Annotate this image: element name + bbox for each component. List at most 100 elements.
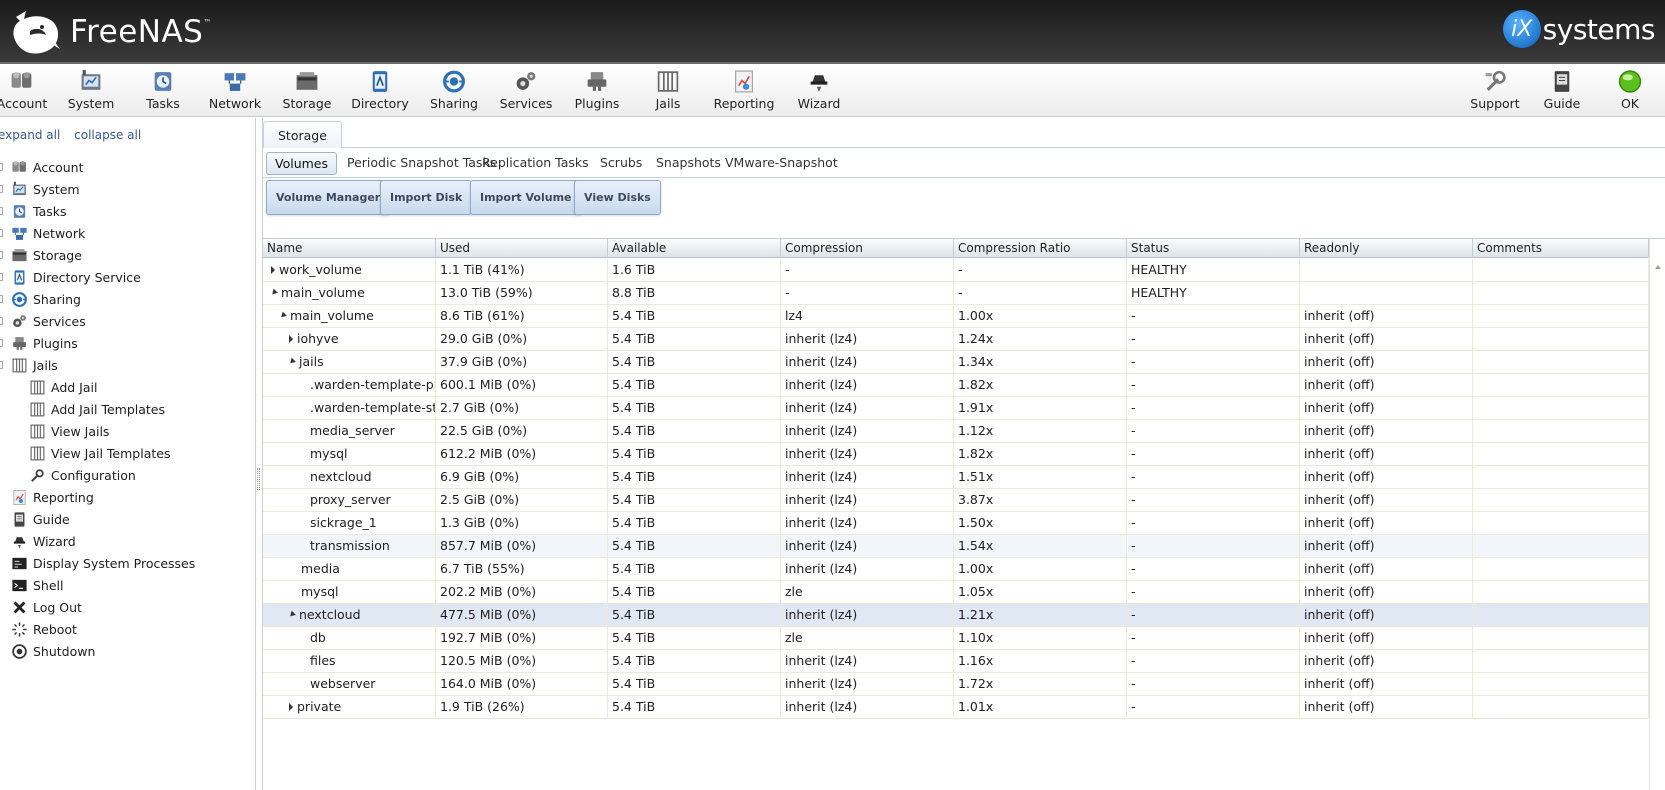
- tree-expander[interactable]: [0, 251, 3, 259]
- table-row[interactable]: private 1.9 TiB (26%) 5.4 TiB inherit (lz4)…: [263, 696, 1649, 719]
- toolbar-ok-button[interactable]: OK: [1600, 69, 1660, 115]
- subtab-scrubs[interactable]: Scrubs: [592, 152, 650, 175]
- table-row[interactable]: files 120.5 MiB (0%) 5.4 TiB inherit (lz4) 1…: [263, 650, 1649, 673]
- expand-arrow-icon[interactable]: [271, 265, 275, 274]
- collapse-arrow-icon[interactable]: [270, 288, 278, 297]
- tree-expander[interactable]: [0, 273, 3, 281]
- sidebar-item-wizard[interactable]: Wizard: [0, 530, 256, 552]
- column-header-name[interactable]: Name: [263, 239, 436, 258]
- sidebar-item-add-jail[interactable]: Add Jail: [0, 376, 256, 398]
- toolbar-sharing-button[interactable]: Sharing: [424, 69, 484, 115]
- sidebar-item-storage[interactable]: Storage: [0, 244, 256, 266]
- sidebar-item-view-jails[interactable]: View Jails: [0, 420, 256, 442]
- collapse-all-link[interactable]: collapse all: [74, 128, 141, 142]
- freenas-logo[interactable]: FreeNAS™: [10, 6, 212, 58]
- table-row[interactable]: main_volume 8.6 TiB (61%) 5.4 TiB lz4 1.00x -…: [263, 305, 1649, 328]
- sidebar-item-add-jail-templates[interactable]: Add Jail Templates: [0, 398, 256, 420]
- sidebar-item-shell[interactable]: Shell: [0, 574, 256, 596]
- sidebar-item-account[interactable]: Account: [0, 156, 256, 178]
- sidebar-resize-handle[interactable]: [257, 468, 260, 490]
- sidebar-item-log-out[interactable]: Log Out: [0, 596, 256, 618]
- sidebar-item-network[interactable]: Network: [0, 222, 256, 244]
- expand-all-link[interactable]: expand all: [0, 128, 60, 142]
- sidebar-item-jails[interactable]: Jails: [0, 354, 256, 376]
- subtab-vmware-snapshot[interactable]: VMware-Snapshot: [717, 152, 846, 175]
- table-row[interactable]: nextcloud 477.5 MiB (0%) 5.4 TiB inherit (l…: [263, 604, 1649, 627]
- sidebar-item-guide[interactable]: Guide: [0, 508, 256, 530]
- column-header-available[interactable]: Available: [608, 239, 781, 258]
- column-header-comments[interactable]: Comments: [1473, 239, 1649, 258]
- table-row[interactable]: iohyve 29.0 GiB (0%) 5.4 TiB inherit (lz4) 1…: [263, 328, 1649, 351]
- scroll-up-icon[interactable]: [1655, 265, 1661, 269]
- toolbar-support-button[interactable]: Support: [1465, 69, 1525, 115]
- table-row[interactable]: transmission 857.7 MiB (0%) 5.4 TiB inherit…: [263, 535, 1649, 558]
- table-row[interactable]: proxy_server 2.5 GiB (0%) 5.4 TiB inherit (…: [263, 489, 1649, 512]
- table-row[interactable]: media 6.7 TiB (55%) 5.4 TiB inherit (lz4) 1.…: [263, 558, 1649, 581]
- tree-expander[interactable]: [0, 339, 3, 347]
- sidebar-item-directory-service[interactable]: Directory Service: [0, 266, 256, 288]
- sidebar-item-view-jail-templates[interactable]: View Jail Templates: [0, 442, 256, 464]
- sidebar-item-services[interactable]: Services: [0, 310, 256, 332]
- column-header-compression-ratio[interactable]: Compression Ratio: [954, 239, 1127, 258]
- tree-expander[interactable]: [0, 295, 3, 303]
- collapse-arrow-icon[interactable]: [288, 610, 296, 619]
- tree-expander[interactable]: [0, 229, 3, 237]
- tree-expander[interactable]: [0, 163, 3, 171]
- toolbar-wizard-button[interactable]: Wizard: [789, 69, 849, 115]
- toolbar-system-button[interactable]: System: [61, 69, 121, 115]
- toolbar-services-button[interactable]: Services: [496, 69, 556, 115]
- tree-expander[interactable]: [0, 361, 3, 369]
- toolbar-jails-button[interactable]: Jails: [638, 69, 698, 115]
- grid-scrollbar[interactable]: [1649, 239, 1665, 790]
- column-header-compression[interactable]: Compression: [781, 239, 954, 258]
- sidebar-item-sharing[interactable]: Sharing: [0, 288, 256, 310]
- expand-arrow-icon[interactable]: [289, 334, 293, 343]
- table-row[interactable]: mysql 202.2 MiB (0%) 5.4 TiB zle 1.05x - inher…: [263, 581, 1649, 604]
- table-row[interactable]: .warden-template-pluginjail600.1 MiB (0%…: [263, 374, 1649, 397]
- toolbar-storage-button[interactable]: Storage: [277, 69, 337, 115]
- tree-expander[interactable]: [0, 185, 3, 193]
- table-row[interactable]: .warden-template-standard2.7 GiB (0%)5.4…: [263, 397, 1649, 420]
- toolbar-account-button[interactable]: Account: [0, 69, 52, 115]
- sidebar-item-reboot[interactable]: Reboot: [0, 618, 256, 640]
- table-row[interactable]: mysql 612.2 MiB (0%) 5.4 TiB inherit (lz4) 1…: [263, 443, 1649, 466]
- subtab-volumes[interactable]: Volumes: [266, 152, 338, 175]
- toolbar-reporting-button[interactable]: Reporting: [714, 69, 774, 115]
- sidebar-item-configuration[interactable]: Configuration: [0, 464, 256, 486]
- sidebar-item-tasks[interactable]: Tasks: [0, 200, 256, 222]
- expand-arrow-icon[interactable]: [289, 702, 293, 711]
- sidebar-item-display-system-processes[interactable]: Display System Processes: [0, 552, 256, 574]
- collapse-arrow-icon[interactable]: [288, 357, 296, 366]
- toolbar-plugins-button[interactable]: Plugins: [567, 69, 627, 115]
- table-row[interactable]: work_volume 1.1 TiB (41%) 1.6 TiB - - HEALTHY: [263, 259, 1649, 282]
- table-row[interactable]: jails 37.9 GiB (0%) 5.4 TiB inherit (lz4) 1.…: [263, 351, 1649, 374]
- table-row[interactable]: nextcloud 6.9 GiB (0%) 5.4 TiB inherit (lz4…: [263, 466, 1649, 489]
- toolbar-tasks-button[interactable]: Tasks: [133, 69, 193, 115]
- column-header-used[interactable]: Used: [436, 239, 608, 258]
- import-disk-button[interactable]: Import Disk: [380, 180, 473, 215]
- column-header-status[interactable]: Status: [1127, 239, 1300, 258]
- sidebar-item-plugins[interactable]: Plugins: [0, 332, 256, 354]
- sidebar-item-shutdown[interactable]: Shutdown: [0, 640, 256, 662]
- collapse-arrow-icon[interactable]: [279, 311, 287, 320]
- cell-readonly: inherit (off): [1300, 673, 1473, 695]
- view-disks-button[interactable]: View Disks: [574, 180, 661, 215]
- sidebar-item-reporting[interactable]: Reporting: [0, 486, 256, 508]
- tree-expander[interactable]: [0, 317, 3, 325]
- toolbar-directory-button[interactable]: Directory: [350, 69, 410, 115]
- table-row[interactable]: webserver 164.0 MiB (0%) 5.4 TiB inherit (l…: [263, 673, 1649, 696]
- ixsystems-logo[interactable]: iX systems: [1502, 10, 1656, 48]
- sidebar-item-system[interactable]: System: [0, 178, 256, 200]
- volume-manager-button[interactable]: Volume Manager: [266, 180, 391, 215]
- table-row[interactable]: db 192.7 MiB (0%) 5.4 TiB zle 1.10x - inherit …: [263, 627, 1649, 650]
- tree-expander[interactable]: [0, 207, 3, 215]
- import-volume-button[interactable]: Import Volume: [470, 180, 582, 215]
- toolbar-network-button[interactable]: Network: [205, 69, 265, 115]
- table-row[interactable]: media_server 22.5 GiB (0%) 5.4 TiB inherit …: [263, 420, 1649, 443]
- table-row[interactable]: main_volume 13.0 TiB (59%) 8.8 TiB - - HEALTH…: [263, 282, 1649, 305]
- tab-storage[interactable]: Storage: [263, 121, 342, 149]
- toolbar-guide-button[interactable]: Guide: [1532, 69, 1592, 115]
- column-header-readonly[interactable]: Readonly: [1300, 239, 1473, 258]
- table-row[interactable]: sickrage_1 1.3 GiB (0%) 5.4 TiB inherit (lz…: [263, 512, 1649, 535]
- subtab-replication-tasks[interactable]: Replication Tasks: [474, 152, 597, 175]
